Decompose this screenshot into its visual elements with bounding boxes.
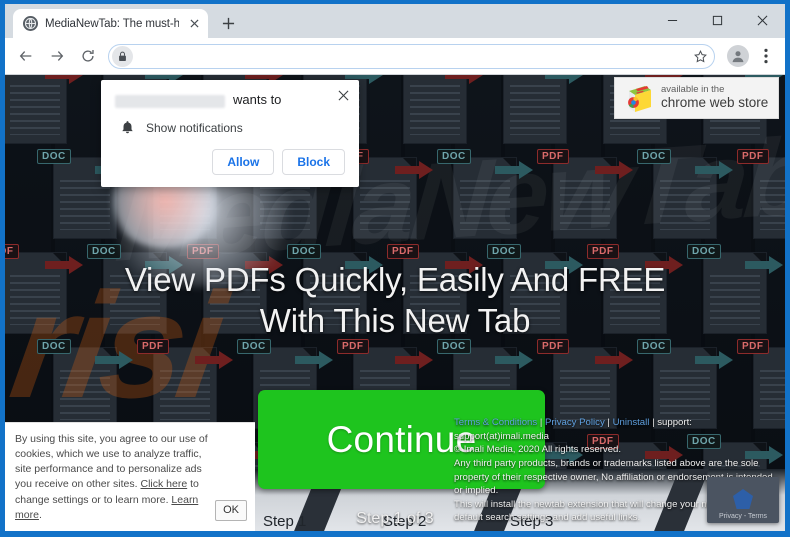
document-card: PDF	[735, 149, 785, 238]
footer-sep-2: |	[607, 417, 610, 429]
doc-badge: DOC	[637, 149, 671, 164]
tab-close-icon[interactable]	[186, 16, 202, 32]
arrow-icon	[95, 350, 135, 370]
doc-badge: DOC	[37, 149, 71, 164]
lock-icon	[112, 45, 133, 67]
window-controls	[650, 4, 785, 36]
profile-avatar-icon[interactable]	[727, 45, 749, 67]
pdf-badge: PDF	[737, 149, 769, 164]
hero-section: View PDFs Quickly, Easily And FREE With …	[5, 260, 785, 342]
dialog-close-icon[interactable]	[335, 87, 351, 103]
doc-badge: DOC	[687, 244, 721, 259]
permission-label: Show notifications	[146, 120, 243, 135]
reload-icon[interactable]	[73, 42, 102, 71]
arrow-icon	[545, 75, 585, 85]
cookie-consent-text: By using this site, you agree to our use…	[15, 432, 209, 523]
page-viewport: PDFDOCPDFDOCPDFDOCPDFDOCPDFDOCDOCPDFDOCP…	[5, 75, 785, 531]
three-dot-menu-icon[interactable]	[755, 43, 777, 69]
arrow-icon	[495, 160, 535, 180]
footer-links-row: Terms & Conditions | Privacy Policy | Un…	[454, 416, 779, 443]
chrome-web-store-badge[interactable]: available in the chrome web store	[614, 77, 779, 119]
recaptcha-icon	[733, 489, 753, 509]
block-button[interactable]: Block	[282, 149, 345, 175]
browser-window: MediaNewTab: The must-have C	[5, 4, 785, 531]
cookie-click-here-link[interactable]: Click here	[140, 478, 187, 490]
cws-line-1: available in the	[661, 84, 725, 96]
document-card: DOC	[635, 149, 735, 238]
arrow-icon	[295, 350, 335, 370]
arrow-icon	[595, 160, 635, 180]
arrow-icon	[595, 350, 635, 370]
notification-permission-dialog: wants to Show notifications Allow Block	[101, 80, 359, 187]
cookie-text-3: .	[38, 508, 42, 521]
doc-badge: DOC	[437, 149, 471, 164]
back-arrow-icon[interactable]	[11, 42, 40, 71]
document-card: DOC	[435, 149, 535, 238]
cws-line-2: chrome web store	[661, 95, 769, 111]
forward-arrow-icon[interactable]	[42, 42, 71, 71]
doc-badge: DOC	[487, 244, 521, 259]
recaptcha-badge[interactable]: Privacy - Terms	[707, 477, 779, 523]
footer-sep-3: |	[652, 417, 655, 429]
document-card: PDF	[535, 149, 635, 238]
dialog-header: wants to	[101, 92, 359, 108]
browser-tab[interactable]: MediaNewTab: The must-have C	[13, 9, 208, 38]
uninstall-link[interactable]: Uninstall	[613, 417, 650, 428]
globe-icon	[23, 16, 38, 31]
cookie-consent-banner: By using this site, you agree to our use…	[5, 421, 255, 531]
hero-line-2: With This New Tab	[259, 301, 531, 339]
browser-toolbar	[5, 38, 785, 75]
terms-conditions-link[interactable]: Terms & Conditions	[454, 417, 537, 428]
pdf-badge: PDF	[537, 149, 569, 164]
minimize-icon[interactable]	[650, 4, 695, 36]
permission-row: Show notifications	[101, 108, 359, 135]
document-card: PDF	[135, 339, 235, 428]
document-card: PDF	[385, 75, 485, 143]
arrow-icon	[695, 160, 735, 180]
maximize-icon[interactable]	[695, 4, 740, 36]
desktop-frame: MediaNewTab: The must-have C	[0, 0, 790, 537]
bell-icon	[121, 120, 134, 135]
cookie-ok-button[interactable]: OK	[215, 499, 247, 521]
arrow-icon	[45, 75, 85, 85]
arrow-icon	[395, 350, 435, 370]
allow-button[interactable]: Allow	[212, 149, 275, 175]
footer-sep-1: |	[539, 417, 543, 429]
arrow-icon	[495, 350, 535, 370]
pdf-badge: PDF	[5, 244, 19, 259]
arrow-icon	[445, 75, 485, 85]
address-bar[interactable]	[108, 43, 715, 69]
chrome-web-store-icon	[623, 82, 655, 114]
arrow-icon	[195, 350, 235, 370]
new-tab-button[interactable]	[214, 9, 242, 37]
close-icon[interactable]	[740, 4, 785, 36]
redacted-origin	[115, 95, 225, 108]
copyright-text: © Imali Media, 2020 All rights reserved.	[454, 444, 622, 456]
arrow-icon	[695, 350, 735, 370]
pdf-badge: PDF	[587, 244, 619, 259]
document-card: DOC	[35, 339, 135, 428]
document-card: DOC	[485, 75, 585, 143]
tab-title: MediaNewTab: The must-have C	[45, 17, 179, 30]
page-title: View PDFs Quickly, Easily And FREE With …	[5, 260, 785, 342]
pdf-badge: PDF	[387, 244, 419, 259]
document-card: PDF	[5, 75, 85, 143]
star-icon[interactable]	[689, 45, 711, 67]
dialog-wants-to-text: wants to	[233, 92, 282, 107]
tab-strip: MediaNewTab: The must-have C	[5, 4, 785, 38]
dialog-buttons: Allow Block	[101, 135, 359, 187]
arrow-icon	[395, 160, 435, 180]
privacy-policy-link[interactable]: Privacy Policy	[545, 417, 605, 428]
recaptcha-label: Privacy - Terms	[718, 513, 768, 520]
